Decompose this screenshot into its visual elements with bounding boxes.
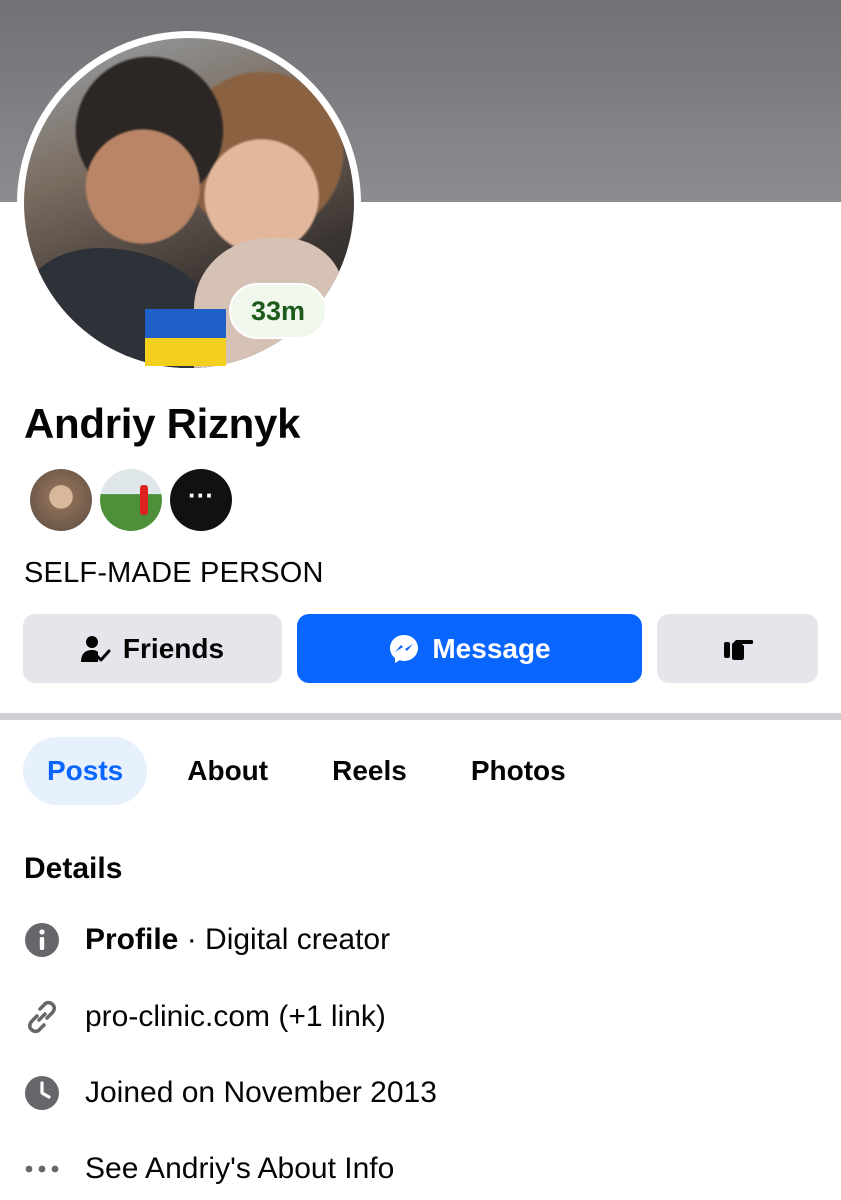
messenger-icon [388, 633, 420, 665]
details-heading: Details [24, 852, 123, 885]
detail-joined: Joined on November 2013 [24, 1075, 437, 1111]
detail-profile-value: Digital creator [205, 923, 391, 956]
friend-avatar[interactable] [100, 469, 162, 531]
detail-profile-category: Profile · Digital creator [24, 922, 390, 958]
message-button-label: Message [432, 632, 551, 664]
friend-avatar[interactable] [30, 469, 92, 531]
friends-button-label: Friends [122, 632, 225, 664]
status-badge[interactable]: 33m [229, 283, 328, 339]
ukraine-flag-icon [145, 309, 226, 366]
detail-profile-label: Profile [85, 923, 179, 956]
link-icon [24, 999, 60, 1035]
pointing-hand-icon [722, 636, 754, 662]
poke-button[interactable] [657, 614, 818, 683]
profile-name: Andriy Riznyk [24, 400, 301, 447]
clock-icon [24, 1075, 60, 1111]
detail-link-text[interactable]: pro-clinic.com (+1 link) [85, 1000, 386, 1034]
tab-reels[interactable]: Reels [308, 737, 431, 805]
tab-posts[interactable]: Posts [23, 737, 148, 805]
message-button[interactable]: Message [297, 614, 642, 683]
detail-joined-text: Joined on November 2013 [85, 1076, 437, 1109]
profile-bio: SELF-MADE PERSON [24, 557, 324, 589]
see-about-info-text[interactable]: See Andriy's About Info [85, 1152, 394, 1186]
profile-tabs: Posts About Reels Photos [23, 737, 606, 805]
section-divider [0, 713, 841, 720]
more-dots-icon [24, 1151, 60, 1187]
tab-photos[interactable]: Photos [447, 737, 590, 805]
tab-about[interactable]: About [163, 737, 292, 805]
see-about-info-link[interactable]: See Andriy's About Info [24, 1151, 394, 1187]
detail-separator: · [178, 923, 206, 956]
detail-website-link[interactable]: pro-clinic.com (+1 link) [24, 999, 386, 1035]
info-icon [24, 922, 60, 958]
friends-button[interactable]: Friends [23, 614, 282, 683]
more-friends-button[interactable]: ··· [170, 469, 232, 531]
featured-friends[interactable]: ··· [30, 469, 232, 531]
friends-check-icon [80, 635, 111, 663]
